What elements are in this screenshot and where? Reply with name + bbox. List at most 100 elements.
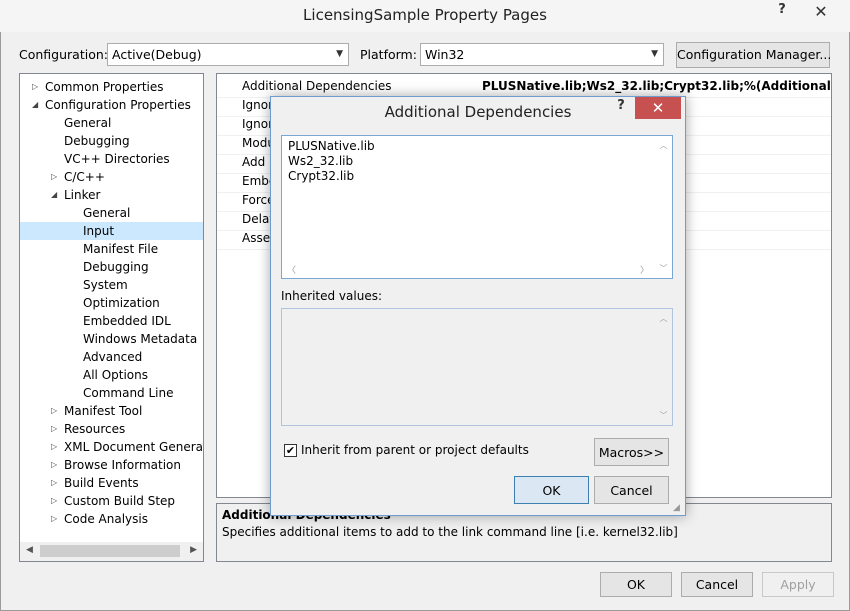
tree-item-label: Advanced: [83, 350, 143, 364]
tree-item[interactable]: ▷ Build Events: [20, 474, 203, 492]
collapsed-arrow-icon[interactable]: ▷: [51, 420, 61, 438]
tree-item[interactable]: Advanced: [20, 348, 203, 366]
tree-item[interactable]: ▷XML Document Generator: [20, 438, 203, 456]
dialog-close-button[interactable]: ✕: [635, 97, 681, 119]
tree-item[interactable]: Input: [20, 222, 203, 240]
collapsed-arrow-icon: [70, 348, 80, 366]
property-row[interactable]: Additional Dependencies PLUSNative.lib;Ws…: [217, 78, 831, 98]
platform-label: Platform:: [360, 47, 417, 62]
scroll-left-icon[interactable]: 〈: [287, 263, 296, 276]
inherited-vertical-scrollbar[interactable]: ︿ ﹀: [655, 309, 672, 425]
tree-item[interactable]: ◢ Configuration Properties: [20, 96, 203, 114]
tree-item-label: Debugging: [83, 260, 149, 274]
collapsed-arrow-icon[interactable]: ▷: [51, 438, 61, 456]
close-button[interactable]: ✕: [798, 1, 844, 22]
tree-item-label: Input: [83, 224, 115, 238]
tree-item[interactable]: Debugging: [20, 132, 203, 150]
collapsed-arrow-icon[interactable]: ▷: [51, 492, 61, 510]
collapsed-arrow-icon[interactable]: ▷: [51, 456, 61, 474]
tree-item[interactable]: General: [20, 114, 203, 132]
tree-item[interactable]: ▷ C/C++: [20, 168, 203, 186]
collapsed-arrow-icon[interactable]: ▷: [51, 510, 61, 528]
tree-item[interactable]: Debugging: [20, 258, 203, 276]
dependency-line: Ws2_32.lib: [288, 154, 354, 168]
ok-button[interactable]: OK: [600, 572, 672, 597]
textbox-vertical-scrollbar[interactable]: ︿ ﹀: [655, 136, 672, 278]
tree-item[interactable]: Windows Metadata: [20, 330, 203, 348]
tree-item-label: General: [64, 116, 112, 130]
dialog-ok-button[interactable]: OK: [514, 476, 589, 504]
inherit-checkbox-label[interactable]: Inherit from parent or project defaults: [301, 443, 529, 457]
scroll-thumb[interactable]: [40, 545, 180, 557]
tree-item[interactable]: Optimization: [20, 294, 203, 312]
tree-item[interactable]: VC++ Directories: [20, 150, 203, 168]
inherited-values-box: ︿ ﹀: [281, 308, 673, 426]
collapsed-arrow-icon[interactable]: ▷: [32, 78, 42, 96]
collapsed-arrow-icon: [70, 330, 80, 348]
scroll-down-icon[interactable]: ﹀: [655, 263, 672, 274]
inherit-checkbox[interactable]: ✔: [284, 444, 297, 457]
tree-item[interactable]: ▷ Code Analysis: [20, 510, 203, 528]
configuration-label: Configuration:: [19, 47, 108, 62]
configuration-manager-button[interactable]: Configuration Manager...: [676, 42, 831, 68]
help-button[interactable]: ?: [768, 2, 796, 22]
platform-value: Win32: [425, 47, 465, 62]
tree-item[interactable]: ◢ Linker: [20, 186, 203, 204]
tree-item-label: Debugging: [64, 134, 130, 148]
tree-item[interactable]: General: [20, 204, 203, 222]
collapsed-arrow-icon: [70, 222, 80, 240]
tree-item[interactable]: ▷ Common Properties: [20, 78, 203, 96]
dialog-cancel-button[interactable]: Cancel: [594, 476, 669, 504]
collapsed-arrow-icon[interactable]: ▷: [51, 402, 61, 420]
collapsed-arrow-icon[interactable]: ▷: [51, 168, 61, 186]
tree-item-label: All Options: [83, 368, 148, 382]
tree-item[interactable]: ▷ Custom Build Step: [20, 492, 203, 510]
tree-item-label: Browse Information: [64, 458, 181, 472]
scroll-right-icon[interactable]: ▶: [190, 545, 197, 555]
tree-item-label: Build Events: [64, 476, 139, 490]
tree-item[interactable]: ▷ Browse Information: [20, 456, 203, 474]
scroll-down-icon[interactable]: ﹀: [655, 410, 672, 421]
property-value[interactable]: PLUSNative.lib;Ws2_32.lib;Crypt32.lib;%(…: [482, 79, 831, 93]
tree-item[interactable]: System: [20, 276, 203, 294]
macros-button[interactable]: Macros>>: [594, 438, 669, 466]
tree-item[interactable]: Embedded IDL: [20, 312, 203, 330]
dialog-help-button[interactable]: ?: [611, 98, 631, 120]
tree-horizontal-scrollbar[interactable]: ◀ ▶: [19, 542, 204, 562]
collapsed-arrow-icon[interactable]: ▷: [51, 474, 61, 492]
tree-item-label: Code Analysis: [64, 512, 148, 526]
tree-item[interactable]: Command Line: [20, 384, 203, 402]
tree-item[interactable]: ▷ Manifest Tool: [20, 402, 203, 420]
tree-item[interactable]: ▷ Resources: [20, 420, 203, 438]
expanded-arrow-icon[interactable]: ◢: [32, 96, 42, 114]
tree-item[interactable]: All Options: [20, 366, 203, 384]
tree-item-label: Configuration Properties: [45, 98, 191, 112]
tree-item-label: XML Document Generator: [64, 440, 204, 454]
collapsed-arrow-icon: [70, 384, 80, 402]
tree-item-label: VC++ Directories: [64, 152, 170, 166]
description-text: Specifies additional items to add to the…: [222, 525, 678, 539]
collapsed-arrow-icon: [51, 132, 61, 150]
collapsed-arrow-icon: [70, 240, 80, 258]
scroll-left-icon[interactable]: ◀: [26, 545, 33, 555]
textbox-horizontal-scrollbar[interactable]: 〈 〉: [282, 261, 655, 278]
platform-combo[interactable]: Win32 ▼: [420, 43, 664, 66]
apply-button[interactable]: Apply: [762, 572, 834, 597]
tree-item-label: Optimization: [83, 296, 160, 310]
expanded-arrow-icon[interactable]: ◢: [51, 186, 61, 204]
scroll-up-icon[interactable]: ︿: [655, 313, 672, 324]
tree-item-label: Common Properties: [45, 80, 164, 94]
tree-item-label: C/C++: [64, 170, 105, 184]
configuration-value: Active(Debug): [112, 47, 202, 62]
collapsed-arrow-icon: [70, 276, 80, 294]
configuration-combo[interactable]: Active(Debug) ▼: [107, 43, 349, 66]
tree-item-label: Manifest File: [83, 242, 159, 256]
property-tree[interactable]: ▷ Common Properties ◢ Configuration Propert…: [19, 73, 204, 562]
cancel-button[interactable]: Cancel: [681, 572, 753, 597]
collapsed-arrow-icon: [51, 114, 61, 132]
resize-grip-icon[interactable]: ◢: [673, 503, 680, 513]
scroll-up-icon[interactable]: ︿: [655, 140, 672, 151]
tree-item[interactable]: Manifest File: [20, 240, 203, 258]
dependencies-textbox[interactable]: PLUSNative.lib Ws2_32.lib Crypt32.lib ︿ ﹀ …: [281, 135, 673, 279]
scroll-right-icon[interactable]: 〉: [640, 263, 649, 276]
